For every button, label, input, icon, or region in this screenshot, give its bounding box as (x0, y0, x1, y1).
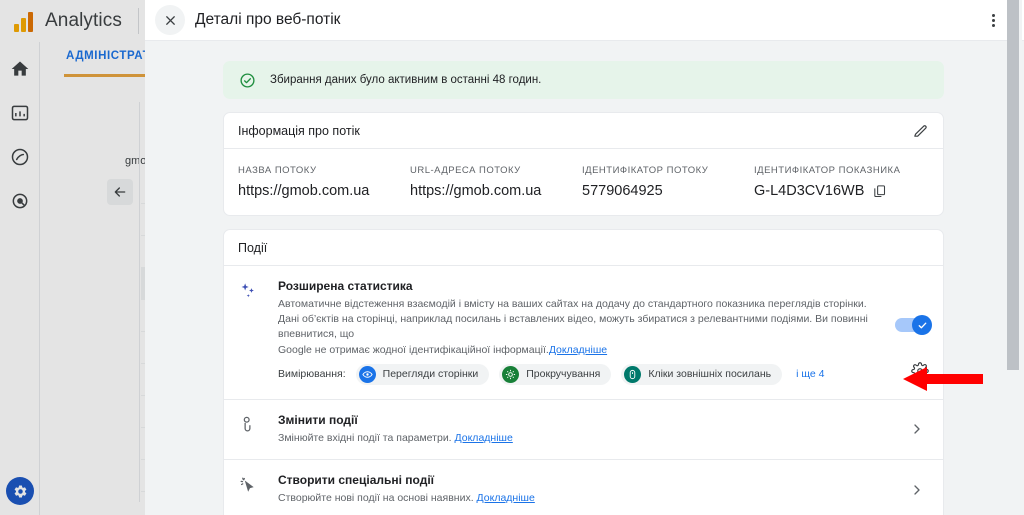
stream-info-title: Інформація про потік (238, 123, 360, 138)
learn-more-link[interactable]: Докладніше (477, 492, 535, 504)
stream-info-card: Інформація про потік НАЗВА ПОТОКУ https:… (223, 112, 944, 216)
enhanced-measurement-main: Розширена статистика Автоматичне відстеж… (278, 279, 929, 358)
field-measurement-id: ІДЕНТИФІКАТОР ПОКАЗНИКА G-L4D3CV16WB (754, 165, 929, 199)
enhanced-measurement-toggle[interactable] (895, 315, 932, 335)
chevron-right-icon[interactable] (909, 482, 925, 498)
field-value: 5779064925 (582, 183, 663, 199)
chip-outbound-clicks[interactable]: Кліки зовнішніх посилань (621, 363, 783, 385)
chevron-right-icon[interactable] (909, 421, 925, 437)
dialog-scrollbar-track[interactable] (1007, 0, 1022, 515)
learn-more-link[interactable]: Докладніше (549, 344, 607, 356)
measurement-chips-row: Вимірювання: Перегляди сторінки Прокручу… (224, 360, 943, 400)
events-card: Події Розширена статистика Автоматичне в… (223, 229, 944, 515)
modify-events-icon (238, 413, 278, 446)
enhanced-measurement-title: Розширена статистика (278, 279, 413, 293)
copy-icon[interactable] (872, 184, 887, 199)
measurement-more-link[interactable]: і ще 4 (796, 368, 824, 380)
row-desc: Змінюйте вхідні події та параметри. Докл… (278, 431, 869, 446)
row-desc-text: Змінюйте вхідні події та параметри. (278, 431, 452, 444)
field-value-row: G-L4D3CV16WB (754, 183, 929, 199)
sparkle-icon (238, 279, 278, 358)
events-title: Події (238, 240, 268, 255)
more-options-icon[interactable] (984, 11, 1002, 29)
outbound-click-icon (624, 365, 642, 383)
dialog-header: Деталі про веб-потік (145, 0, 1024, 41)
chip-scrolls[interactable]: Прокручування (499, 363, 612, 385)
row-desc-text: Створюйте нові події на основі наявних. (278, 492, 474, 505)
enhanced-measurement-row[interactable]: Розширена статистика Автоматичне відстеж… (224, 266, 943, 360)
dialog-body: Збирання даних було активним в останні 4… (145, 41, 1024, 515)
desc-line-3: Google не отримає жодної ідентифікаційно… (278, 343, 549, 356)
row-title: Змінити події (278, 412, 358, 427)
status-banner: Збирання даних було активним в останні 4… (223, 61, 944, 99)
enhanced-measurement-desc: Автоматичне відстеження взаємодій і вміс… (278, 297, 869, 358)
field-stream-url: URL-АДРЕСА ПОТОКУ https://gmob.com.ua (410, 165, 582, 199)
field-stream-id: ІДЕНТИФІКАТОР ПОТОКУ 5779064925 (582, 165, 754, 199)
pencil-icon[interactable] (912, 122, 929, 139)
check-circle-icon (239, 72, 256, 89)
modify-events-main: Змінити події Змінюйте вхідні події та п… (278, 413, 929, 446)
row-title: Створити спеціальні події (278, 473, 435, 488)
field-label: ІДЕНТИФІКАТОР ПОТОКУ (582, 165, 709, 176)
field-value: https://gmob.com.ua (238, 183, 370, 199)
field-label: URL-АДРЕСА ПОТОКУ (410, 165, 521, 176)
chip-label: Прокручування (526, 368, 601, 381)
close-icon[interactable] (155, 5, 185, 35)
field-stream-name: НАЗВА ПОТОКУ https://gmob.com.ua (238, 165, 410, 199)
page-view-icon (358, 365, 376, 383)
desc-line-1: Автоматичне відстеження взаємодій і вміс… (278, 298, 867, 310)
chip-label: Перегляди сторінки (382, 368, 479, 381)
web-stream-details-dialog: Деталі про веб-потік Збирання даних було… (145, 0, 1024, 515)
chip-label: Кліки зовнішніх посилань (648, 368, 772, 381)
create-events-row[interactable]: Створити спеціальні події Створюйте нові… (224, 460, 943, 515)
field-value: G-L4D3CV16WB (754, 183, 865, 199)
scroll-icon (502, 365, 520, 383)
desc-line-2: Дані об’єктів на сторінці, наприклад пос… (278, 313, 868, 341)
status-banner-text: Збирання даних було активним в останні 4… (270, 74, 542, 86)
screen: Analytics Усі о gm (0, 0, 1024, 515)
dialog-scrollbar-thumb[interactable] (1007, 0, 1019, 370)
annotation-arrow (903, 365, 983, 393)
stream-info-header: Інформація про потік (224, 113, 943, 149)
row-desc: Створюйте нові події на основі наявних. … (278, 491, 869, 506)
create-events-main: Створити спеціальні події Створюйте нові… (278, 473, 929, 506)
modify-events-row[interactable]: Змінити події Змінюйте вхідні події та п… (224, 400, 943, 461)
learn-more-link[interactable]: Докладніше (455, 432, 513, 444)
field-label: ІДЕНТИФІКАТОР ПОКАЗНИКА (754, 165, 901, 176)
toggle-knob (912, 315, 932, 335)
measurement-label: Вимірювання: (278, 368, 346, 381)
stream-info-fields: НАЗВА ПОТОКУ https://gmob.com.ua URL-АДР… (224, 149, 943, 215)
chip-page-views[interactable]: Перегляди сторінки (355, 363, 490, 385)
create-events-icon (238, 473, 278, 506)
dialog-title: Деталі про веб-потік (195, 11, 341, 28)
field-label: НАЗВА ПОТОКУ (238, 165, 317, 176)
field-value: https://gmob.com.ua (410, 183, 542, 199)
events-header: Події (224, 230, 943, 266)
